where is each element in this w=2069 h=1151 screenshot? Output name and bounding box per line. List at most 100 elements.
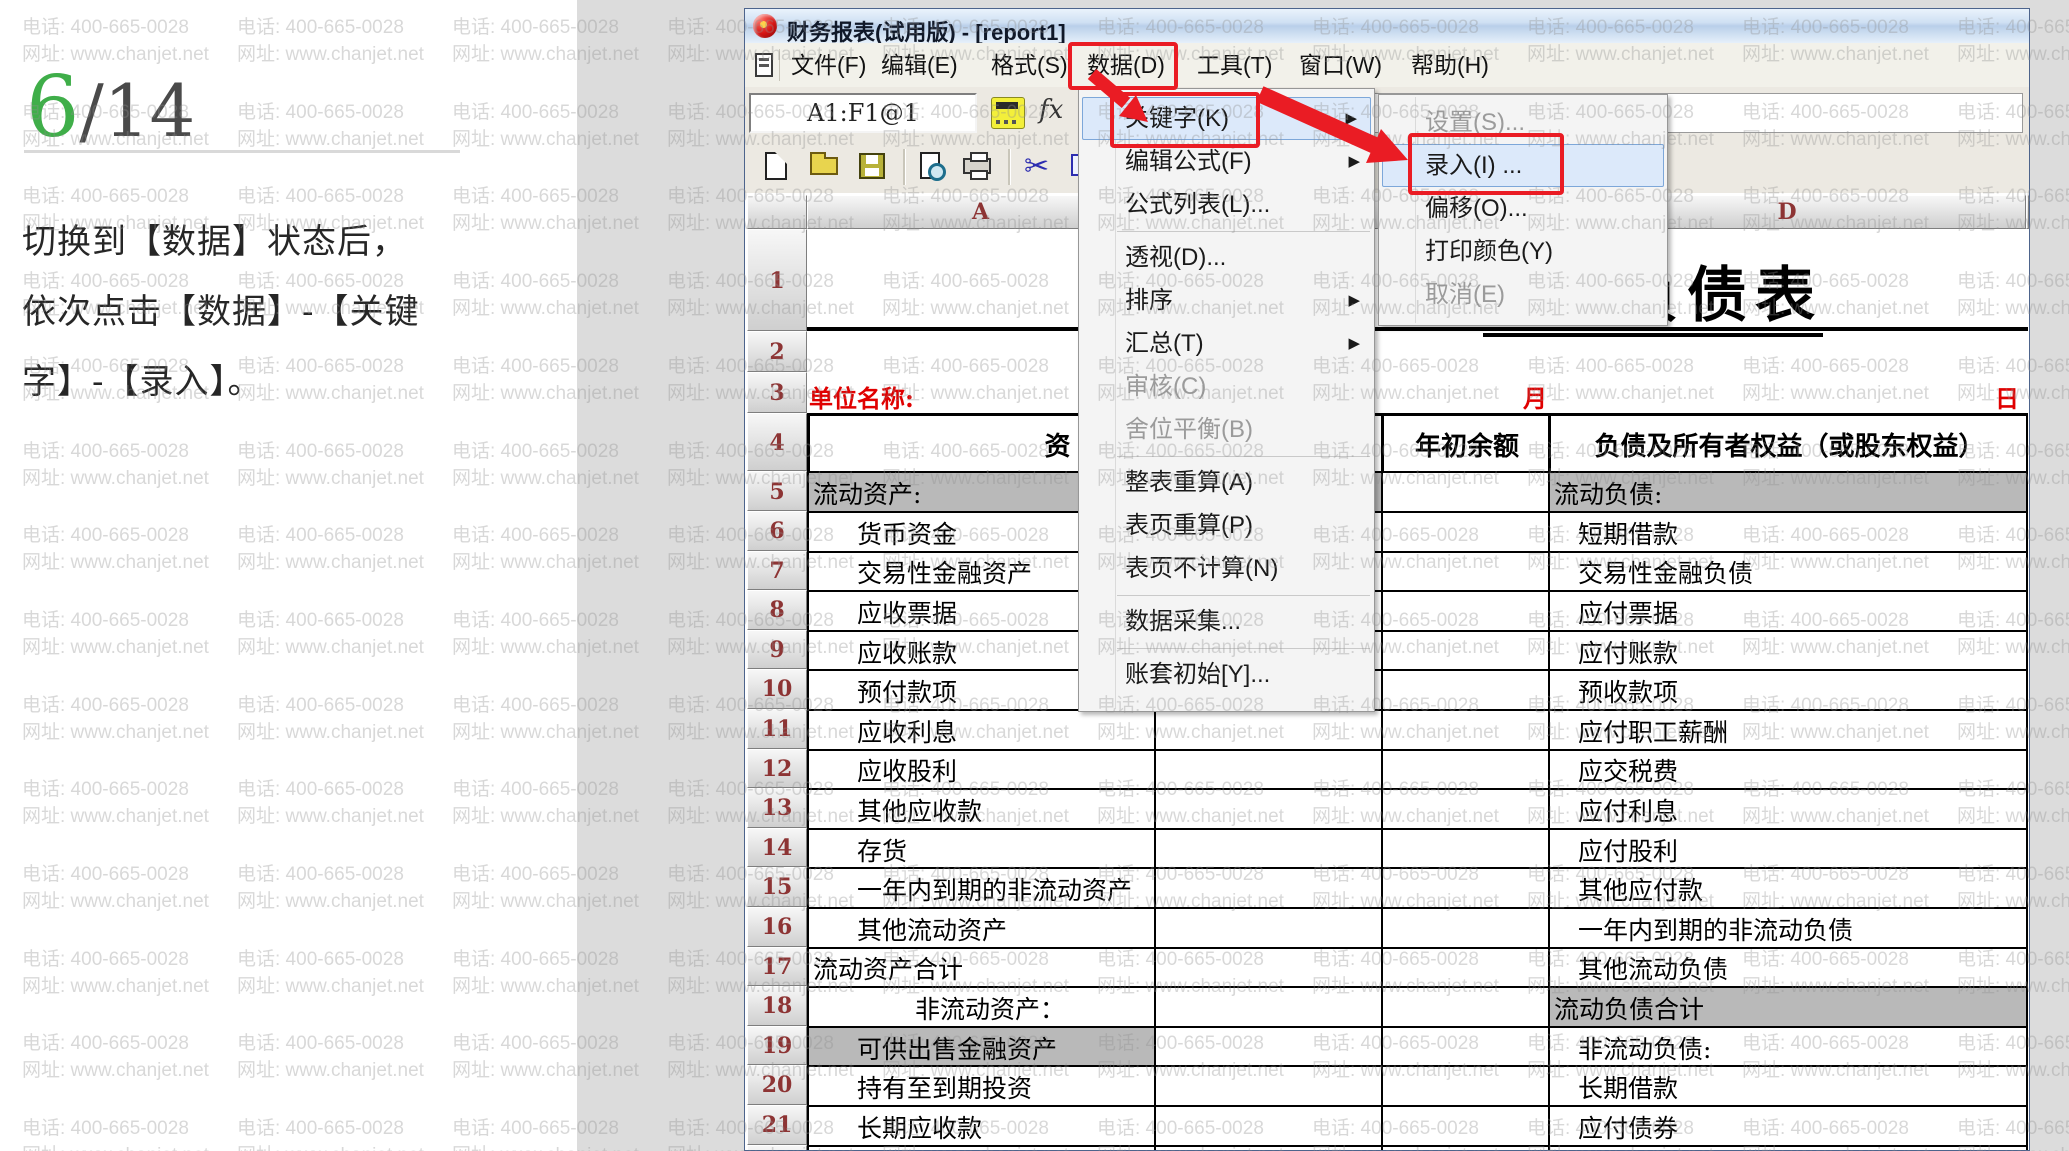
cell-A12[interactable]: 应收股利 — [807, 749, 1156, 791]
cell-C5[interactable] — [1381, 471, 1550, 513]
row-header-9[interactable]: 9 — [747, 630, 807, 670]
cell-C21[interactable] — [1381, 1105, 1550, 1147]
cell-reference-box[interactable]: A1:F1@1 — [749, 93, 977, 133]
row-header-8[interactable]: 8 — [747, 590, 807, 630]
cell-B14[interactable] — [1154, 828, 1383, 870]
submenu-item-取消(E)[interactable]: 取消(E) — [1379, 273, 1667, 316]
menubar-item-格式(S)[interactable]: 格式(S) — [985, 43, 1074, 87]
row-header-19[interactable]: 19 — [747, 1026, 807, 1066]
cell-C19[interactable] — [1381, 1026, 1550, 1068]
cell-D20[interactable]: 长期借款 — [1548, 1065, 2028, 1107]
cell-D14[interactable]: 应付股利 — [1548, 828, 2028, 870]
submenu-item-设置(S)...[interactable]: 设置(S)... — [1379, 101, 1667, 144]
day-label[interactable]: 日 — [1995, 379, 2019, 414]
cell-A16[interactable]: 其他流动资产 — [807, 907, 1156, 949]
row-header-14[interactable]: 14 — [747, 828, 807, 868]
row-header-10[interactable]: 10 — [747, 669, 807, 709]
cell-D5[interactable]: 流动负债: — [1548, 471, 2028, 513]
row-header-11[interactable]: 11 — [747, 709, 807, 749]
row-header-21[interactable]: 21 — [747, 1105, 807, 1145]
cell-A11[interactable]: 应收利息 — [807, 709, 1156, 751]
menu-item-整表重算(A)[interactable]: 整表重算(A) — [1079, 461, 1374, 504]
row-header-2[interactable]: 2 — [747, 331, 807, 372]
cell-B11[interactable] — [1154, 709, 1383, 751]
corner-cell[interactable] — [747, 195, 807, 229]
save-icon[interactable] — [855, 149, 891, 185]
menu-item-数据采集...[interactable]: 数据采集... — [1079, 600, 1374, 643]
cell-B12[interactable] — [1154, 749, 1383, 791]
cell-C13[interactable] — [1381, 788, 1550, 830]
row-header-22[interactable]: 22 — [747, 1145, 807, 1150]
menu-item-表页不计算(N)[interactable]: 表页不计算(N) — [1079, 547, 1374, 590]
row-header-7[interactable]: 7 — [747, 551, 807, 591]
cell-D21[interactable]: 应付债券 — [1548, 1105, 2028, 1147]
submenu-item-打印颜色(Y)[interactable]: 打印颜色(Y) — [1379, 230, 1667, 273]
calculator-icon[interactable] — [991, 97, 1025, 129]
row-header-17[interactable]: 17 — [747, 947, 807, 987]
row-header-13[interactable]: 13 — [747, 788, 807, 828]
menu-item-关键字(K)[interactable]: 关键字(K)▶ — [1082, 97, 1371, 140]
menu-item-公式列表(L)...[interactable]: 公式列表(L)... — [1079, 183, 1374, 226]
cell-D6[interactable]: 短期借款 — [1548, 511, 2028, 553]
cell-D9[interactable]: 应付账款 — [1548, 630, 2028, 672]
cell-D17[interactable]: 其他流动负债 — [1548, 947, 2028, 989]
cell-A22[interactable]: 长期股权投资 — [807, 1145, 1156, 1150]
menu-item-排序[interactable]: 排序▶ — [1079, 279, 1374, 322]
cell-A15[interactable]: 一年内到期的非流动资产 — [807, 867, 1156, 909]
menubar-item-文件(F)[interactable]: 文件(F) — [785, 43, 872, 87]
row-header-15[interactable]: 15 — [747, 867, 807, 907]
print-preview-icon[interactable] — [915, 149, 951, 185]
cell-C15[interactable] — [1381, 867, 1550, 909]
cell-A17[interactable]: 流动资产合计 — [807, 947, 1156, 989]
cell-A19[interactable]: 可供出售金融资产 — [807, 1026, 1156, 1068]
cell-D10[interactable]: 预收款项 — [1548, 669, 2028, 711]
cell-C11[interactable] — [1381, 709, 1550, 751]
cell-C14[interactable] — [1381, 828, 1550, 870]
cell-B15[interactable] — [1154, 867, 1383, 909]
cell-C10[interactable] — [1381, 669, 1550, 711]
menubar-item-工具(T)[interactable]: 工具(T) — [1191, 43, 1278, 87]
print-icon[interactable] — [960, 149, 996, 185]
menu-item-审核(C)[interactable]: 审核(C) — [1079, 365, 1374, 408]
row-header-18[interactable]: 18 — [747, 986, 807, 1026]
cell-B13[interactable] — [1154, 788, 1383, 830]
month-label[interactable]: 月 — [1523, 379, 1547, 414]
row-header-3[interactable]: 3 — [747, 372, 807, 413]
menu-item-账套初始[Y]...[interactable]: 账套初始[Y]... — [1079, 653, 1374, 696]
cell-A20[interactable]: 持有至到期投资 — [807, 1065, 1156, 1107]
cell-A14[interactable]: 存货 — [807, 828, 1156, 870]
cell-D8[interactable]: 应付票据 — [1548, 590, 2028, 632]
cell-B19[interactable] — [1154, 1026, 1383, 1068]
row-header-1[interactable]: 1 — [747, 229, 807, 331]
row-header-20[interactable]: 20 — [747, 1065, 807, 1105]
menu-item-汇总(T)[interactable]: 汇总(T)▶ — [1079, 322, 1374, 365]
submenu-item-录入(I) ...[interactable]: 录入(I) ... — [1382, 144, 1664, 187]
cell-B21[interactable] — [1154, 1105, 1383, 1147]
cell-D16[interactable]: 一年内到期的非流动负债 — [1548, 907, 2028, 949]
menubar-item-窗口(W)[interactable]: 窗口(W) — [1293, 43, 1388, 87]
document-icon[interactable] — [755, 53, 773, 77]
cell-C22[interactable] — [1381, 1145, 1550, 1150]
new-document-icon[interactable] — [759, 149, 795, 185]
menu-item-透视(D)...[interactable]: 透视(D)... — [1079, 236, 1374, 279]
row-header-6[interactable]: 6 — [747, 511, 807, 551]
header-cell-liability[interactable]: 负债及所有者权益（或股东权益） — [1548, 413, 2028, 473]
menu-item-编辑公式(F)[interactable]: 编辑公式(F)▶ — [1079, 140, 1374, 183]
cell-D19[interactable]: 非流动负债: — [1548, 1026, 2028, 1068]
cell-A13[interactable]: 其他应收款 — [807, 788, 1156, 830]
menu-item-表页重算(P)[interactable]: 表页重算(P) — [1079, 504, 1374, 547]
open-folder-icon[interactable] — [807, 149, 843, 185]
cell-C7[interactable] — [1381, 551, 1550, 593]
cell-D22[interactable]: 长期应付款 — [1548, 1145, 2028, 1150]
cell-D15[interactable]: 其他应付款 — [1548, 867, 2028, 909]
row-header-5[interactable]: 5 — [747, 471, 807, 511]
cell-B17[interactable] — [1154, 947, 1383, 989]
cell-D13[interactable]: 应付利息 — [1548, 788, 2028, 830]
cell-C16[interactable] — [1381, 907, 1550, 949]
cell-B16[interactable] — [1154, 907, 1383, 949]
unit-name-label[interactable]: 单位名称: — [809, 379, 914, 414]
cell-A21[interactable]: 长期应收款 — [807, 1105, 1156, 1147]
menubar-item-数据(D)[interactable]: 数据(D) — [1081, 43, 1171, 87]
cell-A18[interactable]: 非流动资产： — [807, 986, 1156, 1028]
cell-C9[interactable] — [1381, 630, 1550, 672]
